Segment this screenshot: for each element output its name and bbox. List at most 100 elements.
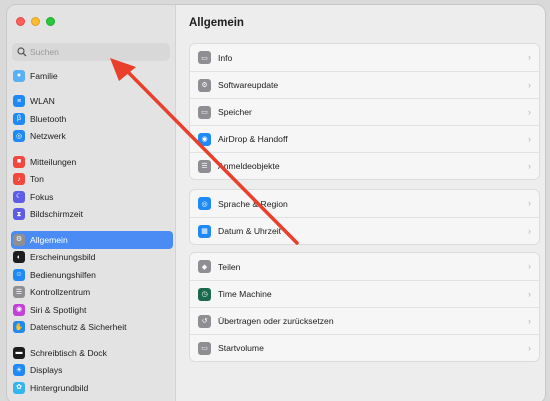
- page-title: Allgemein: [189, 17, 244, 29]
- sidebar-item-label: Bluetooth: [30, 113, 67, 124]
- login-items-icon: ☰: [198, 159, 211, 173]
- window-controls: [16, 17, 55, 26]
- sidebar-item-label: Bedienungshilfen: [30, 269, 96, 280]
- sidebar-item-label: Bildschirmzeit: [30, 209, 84, 220]
- bluetooth-icon: β: [13, 112, 25, 125]
- sidebar: ● Familie ≡ WLAN β Bluetooth ◎ Netzwerk ■ Mitteil…: [7, 5, 176, 401]
- storage-icon: ▭: [198, 105, 211, 119]
- settings-window: ● Familie ≡ WLAN β Bluetooth ◎ Netzwerk ■ Mitteil…: [6, 4, 546, 401]
- zoom-button[interactable]: [46, 17, 55, 26]
- sidebar-item-label: Siri & Spotlight: [30, 304, 87, 315]
- appearance-icon: ◐: [13, 251, 25, 264]
- settings-row-label: Speicher: [218, 107, 252, 117]
- software-update-icon: ⚙: [198, 78, 211, 92]
- chevron-right-icon: ›: [528, 107, 531, 117]
- settings-row-speicher[interactable]: ▭ Speicher ›: [190, 98, 539, 125]
- settings-row-label: Startvolume: [218, 343, 264, 353]
- sidebar-list: ● Familie ≡ WLAN β Bluetooth ◎ Netzwerk ■ Mitteil…: [11, 67, 173, 397]
- settings-row-sprache-region[interactable]: ◎ Sprache & Region ›: [190, 190, 539, 217]
- sidebar-item-hintergrundbild[interactable]: ✿ Hintergrundbild: [11, 379, 173, 397]
- sidebar-item-label: Kontrollzentrum: [30, 287, 91, 298]
- settings-row-teilen[interactable]: ◆ Teilen ›: [190, 253, 539, 280]
- reset-icon: ↺: [198, 314, 211, 328]
- sidebar-item-wlan[interactable]: ≡ WLAN: [11, 93, 173, 111]
- settings-row-info[interactable]: ▭ Info ›: [190, 44, 539, 71]
- settings-row-label: AirDrop & Handoff: [218, 134, 288, 144]
- sidebar-item-kontrollzentrum[interactable]: ☰ Kontrollzentrum: [11, 284, 173, 302]
- sidebar-item-bedienungshilfen[interactable]: ☺ Bedienungshilfen: [11, 266, 173, 284]
- hourglass-icon: ⧗: [13, 208, 25, 221]
- settings-row-time-machine[interactable]: ◷ Time Machine ›: [190, 280, 539, 307]
- settings-row-label: Softwareupdate: [218, 80, 279, 90]
- sidebar-item-siri-spotlight[interactable]: ◉ Siri & Spotlight: [11, 301, 173, 319]
- main-pane: Allgemein ▭ Info › ⚙ Softwareupdate › ▭ Speiche…: [177, 5, 545, 401]
- wifi-icon: ≡: [13, 95, 25, 108]
- sidebar-item-bildschirmzeit[interactable]: ⧗ Bildschirmzeit: [11, 206, 173, 224]
- minimize-button[interactable]: [31, 17, 40, 26]
- settings-group: ◎ Sprache & Region › ▦ Datum & Uhrzeit ›: [189, 189, 540, 245]
- sidebar-item-allgemein[interactable]: ⚙ Allgemein: [11, 231, 173, 249]
- sidebar-item-familie[interactable]: ● Familie: [11, 67, 173, 85]
- accessibility-icon: ☺: [13, 268, 25, 281]
- family-icon: ●: [13, 69, 25, 82]
- sidebar-item-label: Familie: [30, 70, 58, 81]
- sidebar-item-label: Ton: [30, 174, 44, 185]
- sidebar-item-label: WLAN: [30, 96, 55, 107]
- search-icon: [17, 47, 27, 57]
- chevron-right-icon: ›: [528, 289, 531, 299]
- sidebar-item-displays[interactable]: ☀ Displays: [11, 362, 173, 380]
- sidebar-item-label: Hintergrundbild: [30, 382, 89, 393]
- settings-row-airdrop-handoff[interactable]: ◉ AirDrop & Handoff ›: [190, 125, 539, 152]
- sidebar-item-schreibtisch-dock[interactable]: ▬ Schreibtisch & Dock: [11, 344, 173, 362]
- airdrop-icon: ◉: [198, 132, 211, 146]
- settings-row-datum-uhrzeit[interactable]: ▦ Datum & Uhrzeit ›: [190, 217, 539, 244]
- sidebar-item-bluetooth[interactable]: β Bluetooth: [11, 110, 173, 128]
- sound-icon: ♪: [13, 173, 25, 186]
- chevron-right-icon: ›: [528, 343, 531, 353]
- language-icon: ◎: [198, 197, 211, 210]
- wallpaper-icon: ✿: [13, 381, 25, 394]
- dock-icon: ▬: [13, 346, 25, 359]
- settings-group: ▭ Info › ⚙ Softwareupdate › ▭ Speicher › ◉ AirDrop…: [189, 43, 540, 180]
- gear-icon: ⚙: [13, 233, 25, 246]
- sidebar-item-fokus[interactable]: ☾ Fokus: [11, 188, 173, 206]
- siri-icon: ◉: [13, 303, 25, 316]
- calendar-icon: ▦: [198, 224, 211, 238]
- chevron-right-icon: ›: [528, 316, 531, 326]
- sidebar-item-label: Displays: [30, 365, 63, 376]
- share-icon: ◆: [198, 260, 211, 273]
- settings-row--bertragen-oder-zur-cksetzen[interactable]: ↺ Übertragen oder zurücksetzen ›: [190, 307, 539, 334]
- chevron-right-icon: ›: [528, 226, 531, 236]
- sidebar-item-label: Schreibtisch & Dock: [30, 347, 107, 358]
- settings-row-startvolume[interactable]: ▭ Startvolume ›: [190, 334, 539, 361]
- search-field[interactable]: [12, 43, 170, 61]
- sidebar-item-ton[interactable]: ♪ Ton: [11, 171, 173, 189]
- settings-row-softwareupdate[interactable]: ⚙ Softwareupdate ›: [190, 71, 539, 98]
- hand-icon: ✋: [13, 321, 25, 334]
- sidebar-item-netzwerk[interactable]: ◎ Netzwerk: [11, 128, 173, 146]
- chevron-right-icon: ›: [528, 261, 531, 271]
- control-center-icon: ☰: [13, 286, 25, 299]
- settings-row-label: Anmeldeobjekte: [218, 161, 280, 171]
- settings-row-label: Teilen: [218, 261, 241, 272]
- sidebar-item-label: Allgemein: [30, 234, 68, 245]
- chevron-right-icon: ›: [528, 134, 531, 144]
- close-button[interactable]: [16, 17, 25, 26]
- sidebar-item-mitteilungen[interactable]: ■ Mitteilungen: [11, 153, 173, 171]
- search-input[interactable]: [30, 47, 160, 57]
- settings-row-anmeldeobjekte[interactable]: ☰ Anmeldeobjekte ›: [190, 152, 539, 179]
- sidebar-item-label: Datenschutz & Sicherheit: [30, 322, 127, 333]
- settings-group: ◆ Teilen › ◷ Time Machine › ↺ Übertragen oder z…: [189, 252, 540, 362]
- moon-icon: ☾: [13, 190, 25, 203]
- settings-row-label: Übertragen oder zurücksetzen: [218, 316, 334, 326]
- sidebar-item-label: Erscheinungsbild: [30, 252, 96, 263]
- sidebar-item-erscheinungsbild[interactable]: ◐ Erscheinungsbild: [11, 249, 173, 267]
- settings-row-label: Info: [218, 52, 233, 63]
- sidebar-item-datenschutz-sicherheit[interactable]: ✋ Datenschutz & Sicherheit: [11, 319, 173, 337]
- sidebar-item-label: Mitteilungen: [30, 156, 77, 167]
- chevron-right-icon: ›: [528, 161, 531, 171]
